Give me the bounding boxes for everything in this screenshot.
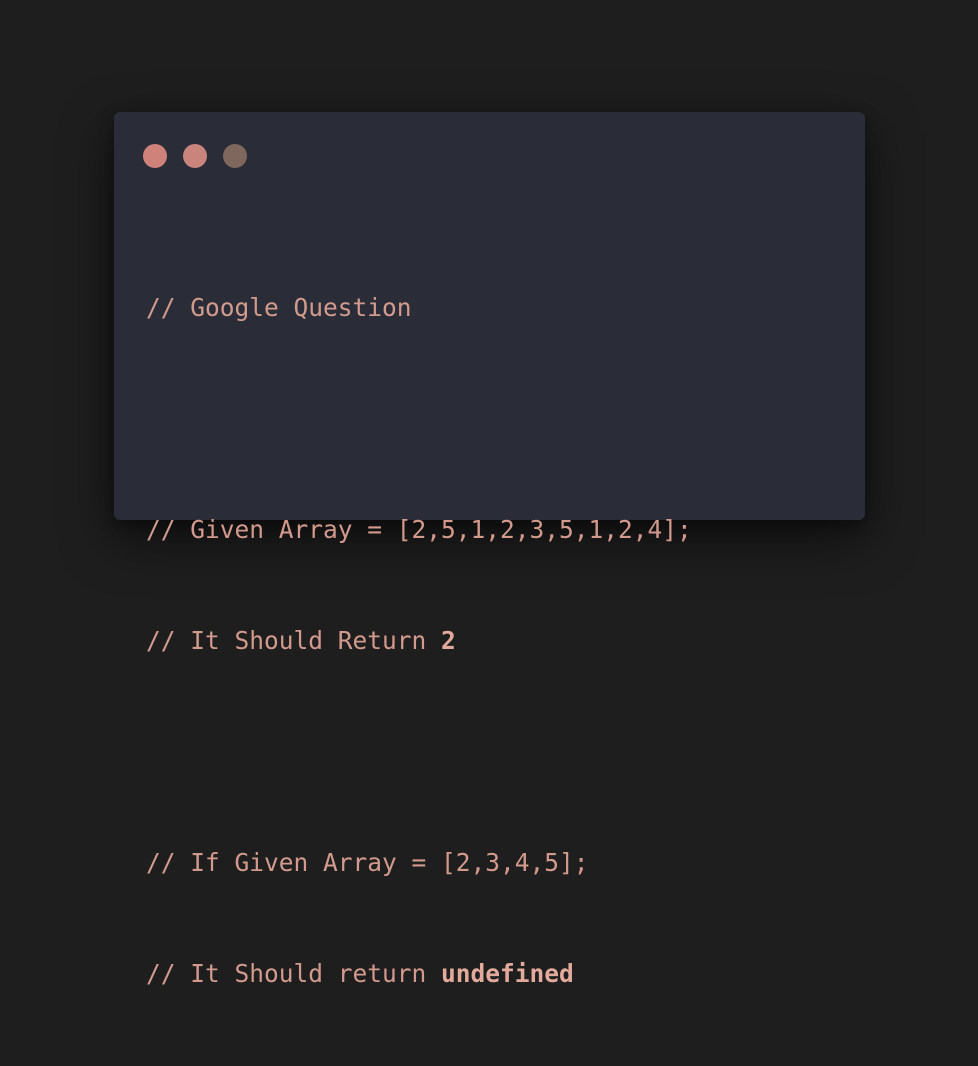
- code-line-3: // Given Array = [2,5,1,2,3,5,1,2,4];: [146, 515, 692, 544]
- maximize-dot-icon[interactable]: [223, 144, 247, 168]
- code-line-4-value: 2: [441, 626, 456, 655]
- code-line-4-text: // It Should Return: [146, 626, 442, 655]
- code-line-6: // If Given Array = [2,3,4,5];: [146, 848, 589, 877]
- code-window: // Google Question // Given Array = [2,5…: [114, 112, 865, 988]
- minimize-dot-icon[interactable]: [183, 144, 207, 168]
- code-line-7-value: undefined: [441, 959, 574, 988]
- code-line-1: // Google Question: [146, 293, 412, 322]
- window-controls: [143, 144, 247, 168]
- close-dot-icon[interactable]: [143, 144, 167, 168]
- code-line-7-text: // It Should return: [146, 959, 442, 988]
- code-line-4: // It Should Return 2: [146, 622, 692, 659]
- code-line-7: // It Should return undefined: [146, 955, 692, 992]
- code-block: // Google Question // Given Array = [2,5…: [146, 215, 692, 1066]
